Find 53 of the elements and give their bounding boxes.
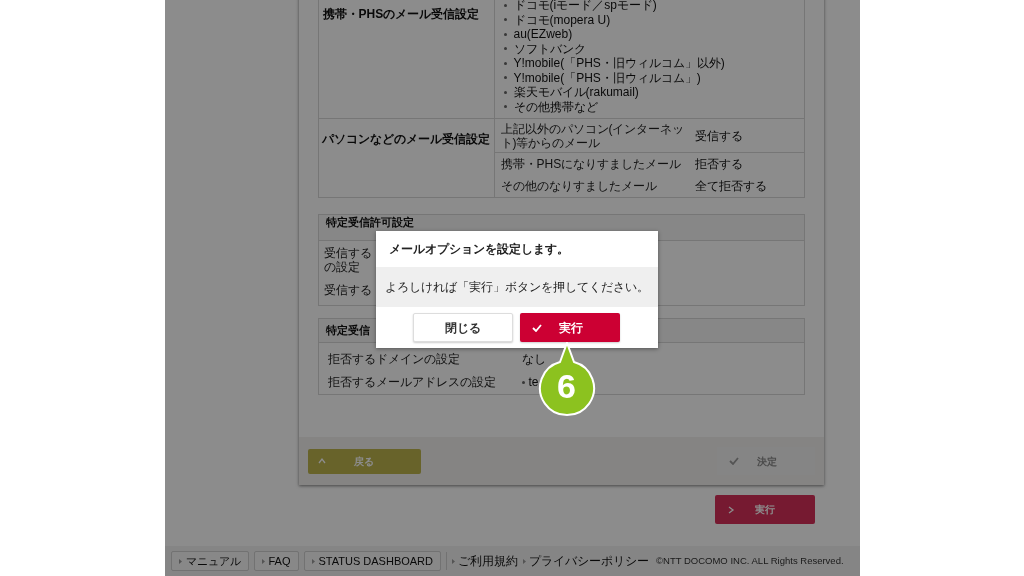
triangle-icon (523, 558, 526, 564)
setting-name: 拒否するメールアドレスの設定 (327, 374, 497, 391)
setting-value: 拒否する (694, 156, 743, 173)
bullet-icon (503, 90, 507, 94)
bullet-icon (503, 18, 507, 22)
list-item: ソフトバンク (513, 41, 586, 57)
list-item: au(EZweb) (513, 27, 573, 44)
bullet-icon (521, 380, 525, 384)
list-item: 楽天モバイル(rakumail) (513, 85, 639, 101)
bullet-icon (503, 3, 507, 7)
footer-button[interactable]: FAQ (253, 551, 299, 571)
list-item: Y!mobile(「PHS・旧ウィルコム」以外) (513, 55, 725, 72)
bullet-icon (503, 61, 507, 65)
row-label: 携帯・PHSのメール受信設定 (322, 7, 480, 21)
setting-name: 拒否するドメインの設定 (327, 351, 461, 368)
list-item: ドコモ(mopera U) (513, 12, 611, 29)
section-title: 特定受信 (325, 323, 370, 339)
list-item: te (528, 374, 539, 391)
setting-name: 受信する (323, 283, 372, 297)
triangle-icon (311, 558, 315, 564)
setting-name: 携帯・PHSになりすましたメール (500, 157, 683, 171)
setting-name: その他のなりすましたメール (500, 179, 658, 193)
check-icon (532, 323, 542, 332)
bullet-icon (503, 32, 507, 36)
bullet-icon (503, 105, 507, 109)
triangle-icon (261, 558, 265, 564)
chevron-icon (726, 505, 735, 514)
row-label: パソコンなどのメール受信設定 (321, 132, 490, 146)
setting-value: 全て拒否する (694, 178, 767, 195)
check-icon (728, 457, 739, 465)
footer-link[interactable]: プライバシーポリシー (523, 552, 649, 570)
section-title: 特定受信許可設定 (325, 217, 414, 228)
footer-link[interactable]: ご利用規約 (452, 552, 518, 570)
triangle-icon (178, 558, 182, 564)
footer-button[interactable]: STATUS DASHBOARD (303, 551, 441, 571)
list-item: ドコモ(iモード／spモード) (513, 0, 657, 15)
execute-button[interactable]: 実行 (520, 313, 620, 342)
list-item: その他携帯など (513, 99, 598, 116)
close-button[interactable]: 閉じる (413, 313, 513, 342)
triangle-icon (452, 558, 455, 564)
setting-name: 上記以外のパソコン(インターネット)等からのメール (500, 121, 686, 150)
setting-value: なし (521, 351, 546, 368)
copyright-text: ©NTT DOCOMO INC. ALL Rights Reserved. (656, 553, 844, 568)
setting-name: 受信する の設定 (323, 246, 372, 274)
dialog-title: メールオプションを設定します。 (388, 241, 569, 258)
setting-value: 受信する (694, 127, 743, 145)
chevron-icon (317, 457, 326, 465)
execute-button[interactable]: 実行 (714, 495, 815, 524)
footer-button[interactable]: マニュアル (170, 551, 249, 571)
bullet-icon (503, 76, 507, 80)
dialog-message: よろしければ「実行」ボタンを押してください。 (384, 279, 649, 296)
bullet-icon (503, 47, 507, 51)
list-item: Y!mobile(「PHS・旧ウィルコム」) (513, 70, 701, 86)
